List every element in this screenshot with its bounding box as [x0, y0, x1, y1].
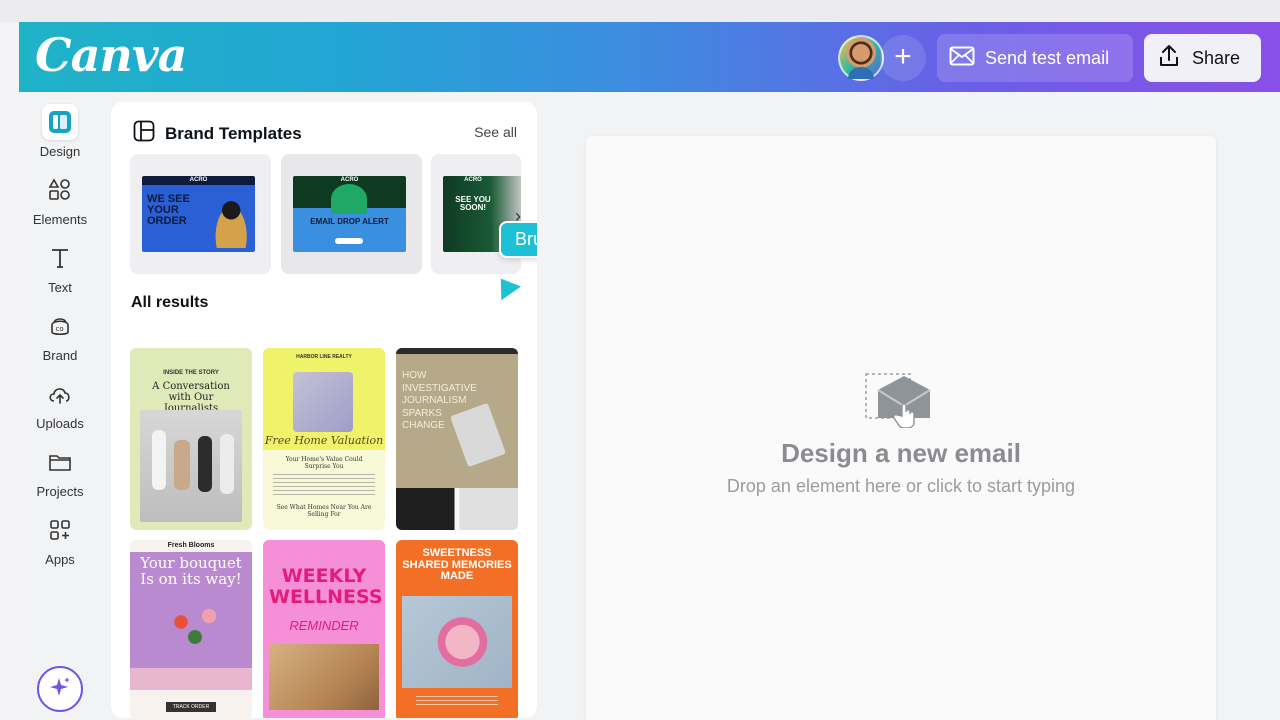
- template-brand: ACRO: [464, 177, 482, 183]
- brand-icon: co: [42, 308, 78, 344]
- magic-sparkle-button[interactable]: [37, 666, 83, 712]
- result-template-card[interactable]: HARBOR LINE REALTY Free Home Valuation Y…: [263, 348, 385, 530]
- template-cta: [335, 238, 363, 244]
- template-thumbnail: ACRO WE SEE YOUR ORDER: [142, 176, 255, 252]
- email-canvas[interactable]: Design a new email Drop an element here …: [586, 136, 1216, 720]
- uploads-icon: [42, 376, 78, 412]
- envelope-icon: [949, 46, 975, 71]
- result-template-card[interactable]: INSIDE THE STORY A Conversation with Our…: [130, 348, 252, 530]
- share-upload-icon: [1158, 44, 1180, 73]
- see-all-link[interactable]: See all: [474, 124, 517, 140]
- card-photo: [402, 596, 512, 688]
- card-title: WEEKLY WELLNESS: [269, 565, 383, 609]
- template-layout-icon: [133, 120, 155, 147]
- avatar-shirt: [848, 67, 874, 79]
- apps-icon: [42, 512, 78, 548]
- rail-item-apps[interactable]: Apps: [19, 512, 101, 567]
- canvas-empty-subtitle: Drop an element here or click to start t…: [726, 476, 1076, 496]
- share-button[interactable]: Share: [1144, 34, 1261, 82]
- card-subtitle: REMINDER: [289, 618, 359, 633]
- header-bar: Canva + Send test email Share: [19, 22, 1280, 92]
- template-brand: ACRO: [189, 177, 208, 183]
- template-thumbnail: ACRO EMAIL DROP ALERT: [293, 176, 406, 252]
- card-photo-strip: [396, 488, 518, 530]
- rail-label-text: Text: [48, 280, 72, 295]
- rail-label-uploads: Uploads: [36, 416, 84, 431]
- card-kicker: INSIDE THE STORY: [163, 370, 219, 376]
- sparkle-icon: [48, 675, 72, 704]
- send-test-email-label: Send test email: [985, 47, 1110, 68]
- rail-item-elements[interactable]: Elements: [19, 172, 101, 227]
- side-rail: Design Elements Text co Brand Uploads Pr…: [19, 92, 101, 720]
- rail-label-apps: Apps: [45, 552, 75, 567]
- share-label: Share: [1192, 47, 1241, 68]
- browser-top-strip: [0, 0, 1280, 22]
- template-headline: WE SEE YOUR ORDER: [147, 193, 190, 227]
- result-template-card[interactable]: Fresh Blooms Your bouquet Is on its way!…: [130, 540, 252, 718]
- design-panel: Brand Templates See all ACRO WE SEE YOUR…: [111, 102, 537, 718]
- card-title: Your bouquet Is on its way!: [140, 554, 242, 588]
- folder-icon: [42, 444, 78, 480]
- text-icon: [42, 240, 78, 276]
- collaborator-cursor-icon: [491, 271, 521, 301]
- add-collaborator-button[interactable]: +: [880, 35, 926, 81]
- result-template-card[interactable]: WEEKLY WELLNESS REMINDER: [263, 540, 385, 718]
- send-test-email-button[interactable]: Send test email: [937, 34, 1133, 82]
- rail-item-brand[interactable]: co Brand: [19, 308, 101, 363]
- card-illustration: [293, 372, 353, 432]
- drop-email-icon: [864, 372, 934, 429]
- card-kicker: HARBOR LINE REALTY: [296, 354, 352, 360]
- brand-templates-title: Brand Templates: [165, 123, 302, 143]
- result-template-card[interactable]: SWEETNESS SHARED MEMORIES MADE: [396, 540, 518, 718]
- canvas-empty-title: Design a new email: [781, 438, 1021, 468]
- template-photo: [207, 190, 251, 248]
- card-body: [273, 474, 375, 496]
- card-band: [130, 668, 252, 690]
- all-results-title: All results: [131, 294, 209, 311]
- card-photo: [140, 410, 242, 522]
- rail-item-text[interactable]: Text: [19, 240, 101, 295]
- card-subtitle: Your Home's Value Could Surprise You: [285, 456, 363, 470]
- brand-templates-header: Brand Templates: [133, 120, 302, 147]
- rail-label-projects: Projects: [36, 484, 84, 499]
- card-footer: [416, 696, 498, 708]
- template-headline: SEE YOU SOON!: [455, 195, 491, 212]
- svg-text:co: co: [56, 325, 64, 333]
- card-flowers: [160, 604, 230, 664]
- card-kicker: Fresh Blooms: [167, 542, 215, 549]
- elements-icon: [42, 172, 78, 208]
- canva-logo[interactable]: Canva: [35, 28, 187, 82]
- brand-template-card[interactable]: ACRO WE SEE YOUR ORDER: [130, 154, 271, 274]
- rail-item-uploads[interactable]: Uploads: [19, 376, 101, 431]
- template-brand: ACRO: [340, 177, 359, 183]
- canva-app: Canva + Send test email Share Design Ele…: [19, 22, 1280, 720]
- collaborator-name-tag: Bruno: [499, 221, 537, 258]
- rail-label-design: Design: [39, 144, 81, 159]
- template-headline: EMAIL DROP ALERT: [310, 217, 389, 226]
- card-title: Free Home Valuation: [264, 434, 384, 447]
- user-avatar[interactable]: [838, 35, 884, 81]
- card-subtitle: See What Homes Near You Are Selling For: [276, 504, 372, 518]
- template-photo: [331, 184, 367, 214]
- rail-item-projects[interactable]: Projects: [19, 444, 101, 499]
- card-title: SWEETNESS SHARED MEMORIES MADE: [402, 547, 512, 583]
- result-template-card[interactable]: HOW INVESTIGATIVE JOURNALISM SPARKS CHAN…: [396, 348, 518, 530]
- rail-label-brand: Brand: [42, 348, 78, 363]
- card-photo: [449, 402, 507, 468]
- rail-label-elements: Elements: [32, 212, 88, 227]
- card-cta: TRACK ORDER: [166, 702, 216, 712]
- design-icon: [42, 104, 78, 140]
- rail-item-design[interactable]: Design: [19, 104, 101, 159]
- card-photo: [269, 644, 379, 710]
- brand-template-card[interactable]: ACRO EMAIL DROP ALERT: [281, 154, 422, 274]
- card-topbar: [396, 348, 518, 354]
